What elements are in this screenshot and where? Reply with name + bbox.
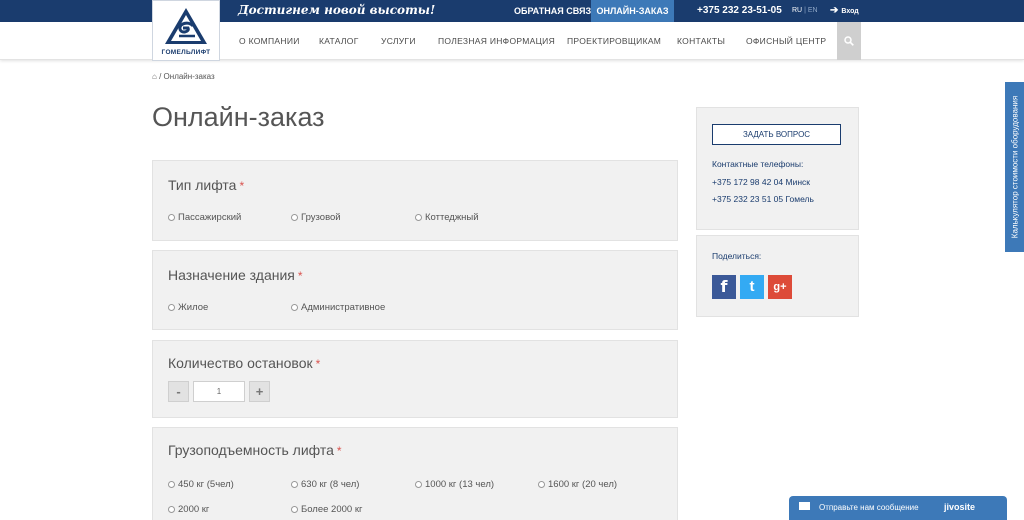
radio-icon[interactable] <box>291 213 298 221</box>
stops-panel: Количество остановок * - 1 + <box>152 340 678 418</box>
building-administrative[interactable]: Административное <box>291 302 385 313</box>
search-button[interactable] <box>837 22 861 60</box>
radio-icon[interactable] <box>538 480 545 488</box>
option-label: 1000 кг (13 чел) <box>425 479 495 490</box>
breadcrumb-separator: / <box>159 72 162 81</box>
lift-type-cottage[interactable]: Коттеджный <box>415 212 479 223</box>
share-box: Поделиться: f t g+ <box>696 235 859 317</box>
capacity-title: Грузоподъемность лифта * <box>168 442 342 458</box>
login-icon: ➔ <box>830 5 839 16</box>
capacity-450[interactable]: 450 кг (5чел) <box>168 479 234 490</box>
radio-icon[interactable] <box>291 505 298 513</box>
capacity-1600[interactable]: 1600 кг (20 чел) <box>538 479 617 490</box>
header-phone[interactable]: +375 232 23-51-05 <box>697 0 782 22</box>
slogan: Достигнем новой высоты! <box>238 3 436 17</box>
radio-icon[interactable] <box>168 303 175 311</box>
building-title: Назначение здания * <box>168 267 303 283</box>
lang-ru[interactable]: RU <box>792 7 802 14</box>
language-switcher: RU | EN <box>792 0 818 22</box>
stops-increment-button[interactable]: + <box>249 381 270 402</box>
login-link[interactable]: ➔ Вход <box>830 0 859 23</box>
required-mark: * <box>297 269 303 283</box>
mail-icon <box>799 502 810 510</box>
building-title-text: Назначение здания <box>168 267 295 283</box>
online-order-link[interactable]: Онлайн-заказ <box>591 0 674 22</box>
lift-type-title: Тип лифта * <box>168 177 244 193</box>
option-label: 1600 кг (20 чел) <box>548 479 618 490</box>
nav-item-contacts[interactable]: Контакты <box>677 22 725 60</box>
capacity-title-text: Грузоподъемность лифта <box>168 442 334 458</box>
calculator-tab[interactable]: Калькулятор стоимости оборудования <box>1005 82 1024 252</box>
building-residential[interactable]: Жилое <box>168 302 208 313</box>
lift-type-passenger[interactable]: Пассажирский <box>168 212 241 223</box>
lang-en[interactable]: EN <box>808 7 818 14</box>
logo-icon <box>165 8 207 44</box>
capacity-1000[interactable]: 1000 кг (13 чел) <box>415 479 494 490</box>
lift-type-panel: Тип лифта * Пассажирский Грузовой Коттедж… <box>152 160 678 241</box>
stops-decrement-button[interactable]: - <box>168 381 189 402</box>
share-label: Поделиться: <box>712 251 762 261</box>
calculator-tab-label: Калькулятор стоимости оборудования <box>1010 95 1019 239</box>
contacts-label: Контактные телефоны: <box>712 159 804 169</box>
radio-icon[interactable] <box>291 480 298 488</box>
lift-type-title-text: Тип лифта <box>168 177 237 193</box>
chat-brand: jivosite <box>944 502 976 512</box>
lift-type-cargo[interactable]: Грузовой <box>291 212 341 223</box>
option-label: Коттеджный <box>425 212 479 223</box>
facebook-icon[interactable]: f <box>712 275 736 299</box>
capacity-630[interactable]: 630 кг (8 чел) <box>291 479 359 490</box>
nav-item-office-center[interactable]: Офисный центр <box>746 22 826 60</box>
stops-title: Количество остановок * <box>168 355 320 371</box>
nav-item-about[interactable]: О компании <box>239 22 300 60</box>
option-label: Более 2000 кг <box>301 504 363 515</box>
option-label: Административное <box>301 302 386 313</box>
twitter-icon[interactable]: t <box>740 275 764 299</box>
nav-item-designers[interactable]: Проектировщикам <box>567 22 661 60</box>
required-mark: * <box>239 179 245 193</box>
required-mark: * <box>315 357 321 371</box>
contacts-box: Задать вопрос Контактные телефоны: +375 … <box>696 107 859 230</box>
stops-input[interactable]: 1 <box>193 381 245 402</box>
building-panel: Назначение здания * Жилое Административно… <box>152 250 678 330</box>
radio-icon[interactable] <box>415 480 422 488</box>
radio-icon[interactable] <box>291 303 298 311</box>
googleplus-icon[interactable]: g+ <box>768 275 792 299</box>
login-label: Вход <box>841 8 859 15</box>
stops-title-text: Количество остановок <box>168 355 313 371</box>
breadcrumb-current: Онлайн-заказ <box>163 72 215 81</box>
option-label: Грузовой <box>301 212 341 223</box>
option-label: 2000 кг <box>178 504 210 515</box>
capacity-2000[interactable]: 2000 кг <box>168 504 209 515</box>
nav-item-useful-info[interactable]: Полезная информация <box>438 22 555 60</box>
option-label: Пассажирский <box>178 212 242 223</box>
breadcrumb: ⌂ / Онлайн-заказ <box>152 72 215 81</box>
lang-separator: | <box>804 7 806 14</box>
feedback-link[interactable]: Обратная связь <box>514 0 598 22</box>
chat-message: Отправьте нам сообщение <box>819 503 919 512</box>
nav-item-catalog[interactable]: Каталог <box>319 22 359 60</box>
capacity-panel: Грузоподъемность лифта * 450 кг (5чел) 63… <box>152 427 678 520</box>
option-label: 630 кг (8 чел) <box>301 479 360 490</box>
site-logo[interactable]: ГОМЕЛЬЛИФТ <box>152 0 220 61</box>
required-mark: * <box>336 444 342 458</box>
radio-icon[interactable] <box>415 213 422 221</box>
logo-text: ГОМЕЛЬЛИФТ <box>161 49 211 56</box>
nav-item-services[interactable]: Услуги <box>381 22 416 60</box>
search-icon <box>844 36 854 46</box>
page-title: Онлайн-заказ <box>152 102 325 132</box>
phone-minsk[interactable]: +375 172 98 42 04 Минск <box>712 177 810 187</box>
radio-icon[interactable] <box>168 505 175 513</box>
ask-question-button[interactable]: Задать вопрос <box>712 124 841 145</box>
home-icon[interactable]: ⌂ <box>152 72 157 81</box>
option-label: 450 кг (5чел) <box>178 479 234 490</box>
chat-widget[interactable]: Отправьте нам сообщение jivosite <box>789 496 1007 520</box>
phone-gomel[interactable]: +375 232 23 51 05 Гомель <box>712 194 814 204</box>
radio-icon[interactable] <box>168 213 175 221</box>
option-label: Жилое <box>178 302 209 313</box>
capacity-over-2000[interactable]: Более 2000 кг <box>291 504 362 515</box>
radio-icon[interactable] <box>168 480 175 488</box>
